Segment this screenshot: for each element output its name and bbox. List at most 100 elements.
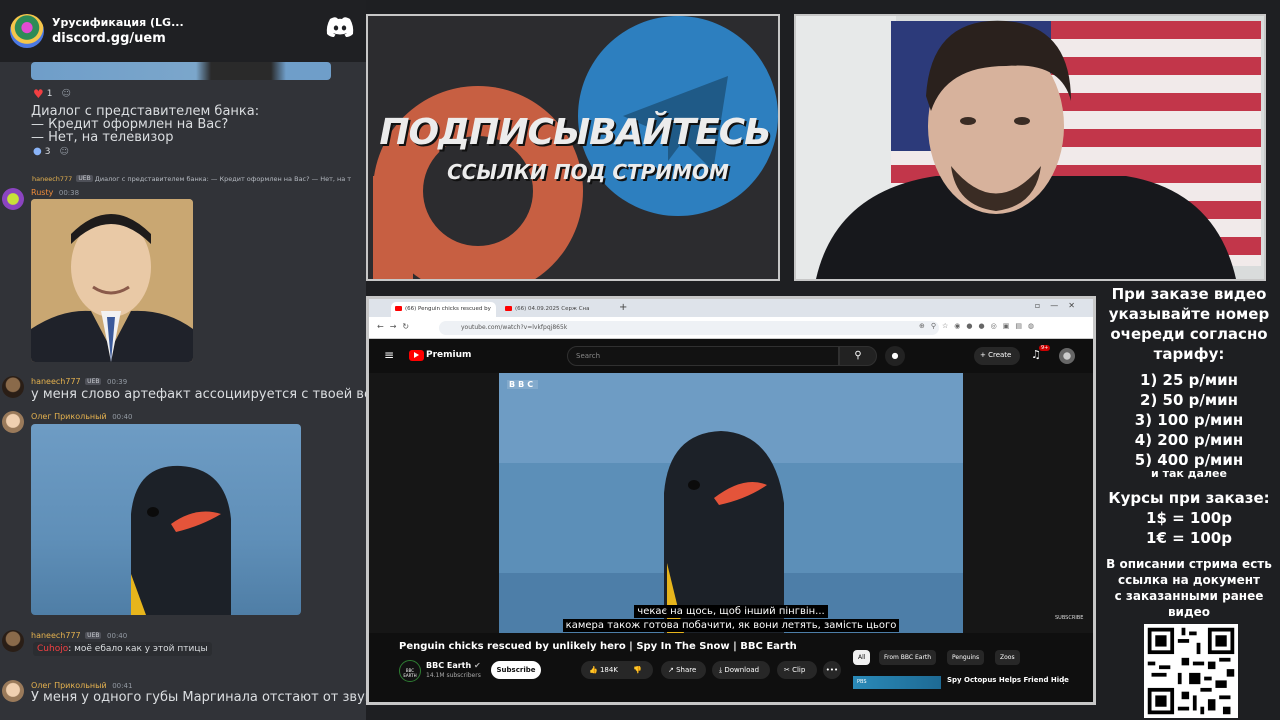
avatar[interactable]: [2, 188, 24, 210]
author-name[interactable]: Олег Прикольный 00:40: [31, 412, 132, 421]
username: haneech777: [31, 631, 81, 640]
download-button[interactable]: ⤓ Download: [712, 661, 770, 679]
heart-icon: ♥: [33, 87, 44, 101]
recommended-thumbnail[interactable]: PBS: [853, 676, 941, 689]
more-vert-icon[interactable]: ⋮: [1059, 676, 1068, 686]
youtube-brand: Premium: [426, 350, 472, 360]
author-name[interactable]: Rusty 00:38: [31, 188, 79, 197]
author-name[interactable]: haneech777 UEB 00:40: [31, 631, 127, 640]
clip-button[interactable]: ✂ Clip: [777, 661, 817, 679]
search-icon: ⚲: [854, 350, 862, 361]
user-badge: UEB: [85, 378, 102, 385]
channel-logo[interactable]: BBC EARTH: [399, 660, 421, 682]
promo-banner: ПОДПИСЫВАЙТЕСЬ ССЫЛКИ ПОД СТРИМОМ: [366, 14, 780, 281]
nav-buttons-icon[interactable]: ←→↻: [377, 322, 415, 331]
share-button[interactable]: ↗ Share: [661, 661, 706, 679]
tab-inactive[interactable]: (66) 04.09.2025 Серж Сна: [501, 302, 606, 317]
desc-line: ссылка на документ: [1118, 573, 1260, 587]
etc-line: и так далее: [1151, 467, 1227, 480]
thumbs-down-icon[interactable]: 👎: [633, 661, 642, 679]
more-horiz-icon: •••: [825, 666, 839, 674]
channel-subscribers: 14.1M subscribers: [426, 672, 481, 679]
create-button[interactable]: + Create: [974, 347, 1020, 365]
bbc-logo: BBC: [507, 380, 539, 389]
channel-logo-text: BBC EARTH: [403, 668, 417, 678]
new-tab-icon[interactable]: +: [619, 302, 627, 313]
timestamp: 00:41: [112, 682, 133, 690]
bbc-logo-text: BBC: [507, 380, 539, 389]
message-text: Cuhojo: моё ебало как у этой птицы: [33, 642, 212, 656]
message-text: У меня у одного губы Маргинала отстают о…: [31, 690, 366, 705]
video-player[interactable]: BBC чекає на щось, щоб інший пінгвін... …: [369, 373, 1093, 633]
webcam-drawing: [796, 16, 1264, 279]
subscribe-watermark[interactable]: SUBSCRIBE: [1055, 615, 1083, 621]
info-line: указывайте номер: [1108, 305, 1270, 323]
notification-count: 9+: [1039, 345, 1051, 351]
timestamp: 00:40: [107, 632, 128, 640]
extension-icons[interactable]: ⊕⚲☆◉●●◎▣▤◍: [919, 322, 1040, 330]
subscribe-button[interactable]: Subscribe: [491, 661, 541, 679]
tab-strip: (66) Penguin chicks rescued by (66) 04.0…: [369, 299, 1093, 317]
timestamp: 00:39: [107, 378, 128, 386]
tab-active[interactable]: (66) Penguin chicks rescued by: [391, 302, 496, 317]
window-controls[interactable]: ▫—✕: [1035, 301, 1085, 310]
subscribe-label: Subscribe: [496, 666, 536, 674]
search-placeholder: Search: [576, 352, 601, 360]
chip-from-channel[interactable]: From BBC Earth: [879, 650, 937, 665]
qr-code-icon[interactable]: [1144, 624, 1238, 718]
like-button[interactable]: 👍 184K 👎: [581, 661, 653, 679]
rec-badge: PBS: [857, 679, 867, 685]
reply-preview[interactable]: haneech777 UEB Диалог с представителем б…: [32, 175, 362, 183]
voice-search-button[interactable]: ●: [885, 346, 905, 366]
chat-image-cropped[interactable]: [31, 62, 331, 80]
avatar[interactable]: [2, 680, 24, 702]
channel-name-text: BBC Earth: [426, 661, 472, 670]
author-name[interactable]: haneech777 UEB 00:39: [31, 377, 127, 386]
author-name[interactable]: Олег Прикольный 00:41: [31, 681, 132, 690]
emoji-icon: ●: [33, 146, 42, 157]
share-icon: ↗: [668, 666, 677, 674]
plus-icon: +: [980, 351, 989, 359]
price-line: 3) 100 р/мин: [1134, 411, 1244, 429]
profile-avatar[interactable]: [1059, 348, 1075, 364]
hamburger-menu-icon[interactable]: ≡: [384, 348, 394, 362]
chip-all[interactable]: All: [853, 650, 871, 665]
heart-reaction[interactable]: ♥ 1 ☺: [33, 87, 71, 101]
chip-zoos[interactable]: Zoos: [995, 650, 1020, 665]
discord-server-header[interactable]: Урусификация (LG... discord.gg/uem: [0, 0, 366, 62]
clip-label: Clip: [792, 666, 806, 674]
emoji-reaction[interactable]: ● 3 ☺: [33, 146, 69, 157]
promo-title: ПОДПИСЫВАЙТЕСЬ: [379, 112, 771, 153]
add-reaction-icon[interactable]: ☺: [62, 89, 71, 99]
channel-name[interactable]: BBC Earth ✔: [426, 661, 481, 670]
avatar[interactable]: [2, 411, 24, 433]
add-reaction-icon[interactable]: ☺: [59, 147, 68, 157]
avatar[interactable]: [2, 376, 24, 398]
recommended-title[interactable]: Spy Octopus Helps Friend Hide: [947, 676, 1069, 684]
chat-image-penguin[interactable]: [31, 424, 301, 615]
url-bar[interactable]: youtube.com/watch?v=lvkfpqj865k: [439, 321, 939, 335]
youtube-header: ≡ Premium Search ⚲ ● + Create ♫ 9+: [369, 339, 1093, 373]
chat-image-photo[interactable]: [31, 199, 193, 362]
price-line: 4) 200 р/мин: [1134, 431, 1244, 449]
invite-link[interactable]: discord.gg/uem: [52, 31, 184, 46]
chip-penguins[interactable]: Penguins: [947, 650, 985, 665]
more-actions-button[interactable]: •••: [823, 661, 841, 679]
info-line: При заказе видео: [1111, 285, 1267, 303]
subtitle-text: камера також готова побачити, як вони ле…: [562, 619, 900, 632]
mention[interactable]: Cuhojo: [37, 644, 68, 654]
search-button[interactable]: ⚲: [839, 346, 877, 366]
rate-line: 1€ = 100р: [1146, 529, 1232, 547]
search-input[interactable]: Search: [567, 346, 839, 366]
server-icon: [10, 14, 44, 48]
username: haneech777: [31, 377, 81, 386]
timestamp: 00:38: [58, 189, 80, 197]
avatar[interactable]: [2, 630, 24, 652]
subtitle-line-2: камера також готова побачити, як вони ле…: [369, 613, 1093, 632]
create-label: Create: [988, 351, 1012, 359]
reaction-count: 3: [44, 146, 51, 157]
webcam-feed: [794, 14, 1266, 281]
scissors-icon: ✂: [784, 666, 793, 674]
timestamp: 00:40: [112, 413, 133, 421]
message-text: у меня слово артефакт ассоциируется с тв…: [31, 387, 366, 402]
